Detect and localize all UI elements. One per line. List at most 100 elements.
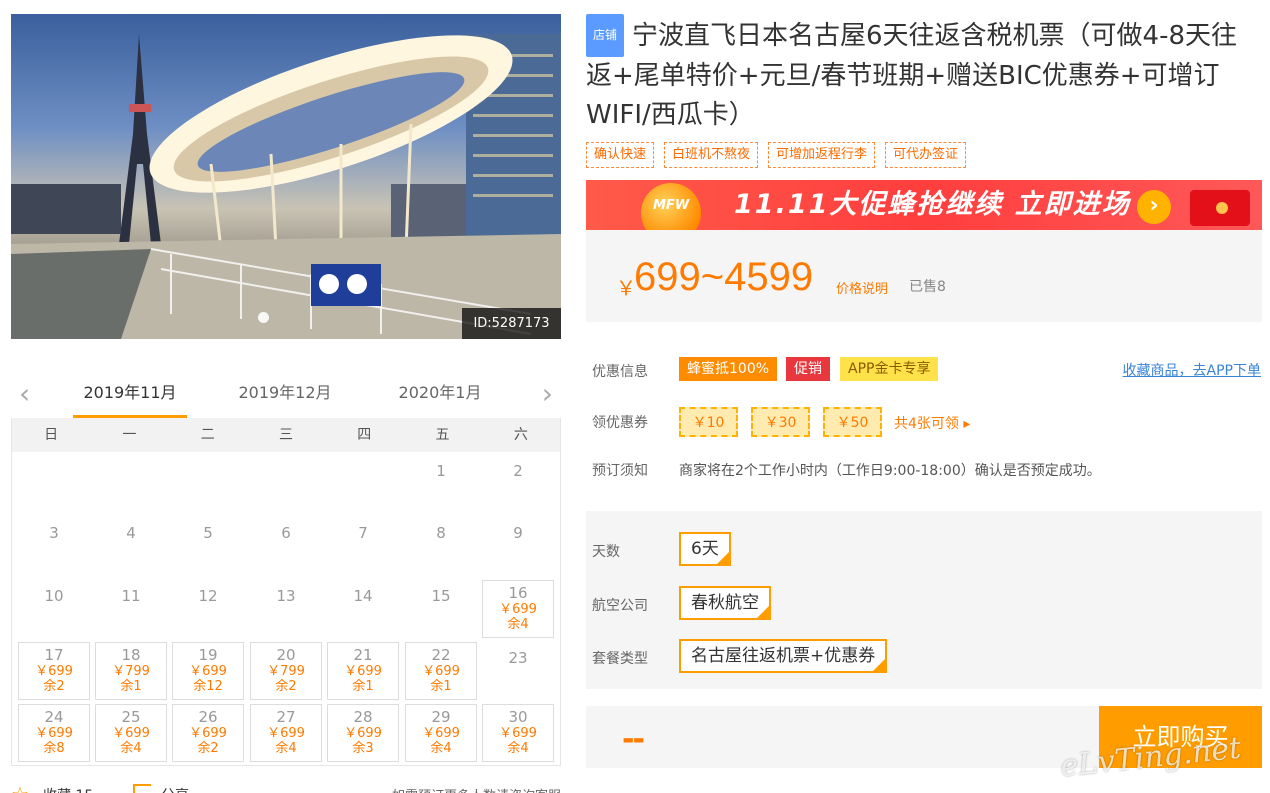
calendar-day[interactable]: 29 ￥699 余4: [405, 704, 477, 762]
weekday-wed: 三: [278, 427, 293, 443]
calendar-day: 9: [482, 517, 554, 575]
red-envelope-icon: [1190, 190, 1250, 226]
day-price: ￥699: [112, 726, 150, 741]
discount-label: 优惠信息: [592, 364, 648, 380]
favorite-app-link[interactable]: 收藏商品，去APP下单: [1123, 360, 1261, 380]
calendar-day[interactable]: 19 ￥699 余12: [172, 642, 244, 700]
notice-label: 预订须知: [592, 463, 648, 479]
tag-day-flight: 白班机不熬夜: [664, 142, 759, 168]
next-month-icon[interactable]: ›: [542, 380, 553, 408]
favorite-count: 15: [75, 788, 93, 793]
option-days-6[interactable]: 6天: [679, 532, 731, 566]
share-button[interactable]: 分享: [161, 785, 189, 793]
calendar-day: 13: [250, 580, 322, 638]
calendar-day[interactable]: 26 ￥699 余2: [172, 704, 244, 762]
coupon-label: 领优惠券: [592, 415, 648, 431]
day-price: ￥699: [344, 664, 382, 679]
day-number: 16: [508, 584, 528, 602]
day-price: ￥699: [422, 726, 460, 741]
day-remaining: 余4: [507, 741, 529, 756]
calendar-day: 8: [405, 517, 477, 575]
option-package[interactable]: 名古屋往返机票+优惠券: [679, 639, 888, 673]
calendar-day[interactable]: 28 ￥699 余3: [327, 704, 399, 762]
price-explain-link[interactable]: 价格说明: [836, 278, 888, 297]
booking-notice: 商家将在2个工作小时内（工作日9:00-18:00）确认是否预定成功。: [679, 463, 1101, 479]
promo-banner[interactable]: MFW 11.11大促蜂抢继续 立即进场 ›: [586, 180, 1262, 230]
product-photo[interactable]: ID:5287173: [11, 14, 561, 339]
calendar-day[interactable]: 30 ￥699 余4: [482, 704, 554, 762]
calendar-day: 2: [482, 455, 554, 513]
day-number: 1: [436, 462, 446, 480]
calendar-day[interactable]: 21 ￥699 余1: [327, 642, 399, 700]
day-price: ￥699: [422, 664, 460, 679]
calendar-day: 1: [405, 455, 477, 513]
day-remaining: 余4: [120, 741, 142, 756]
weekday-tue: 二: [200, 427, 215, 443]
tab-month-2020-01[interactable]: 2020年1月: [383, 380, 497, 418]
day-number: 24: [44, 708, 64, 726]
arrow-right-icon: ›: [1137, 190, 1171, 224]
day-remaining: 余2: [197, 741, 219, 756]
share-icon[interactable]: [133, 784, 151, 793]
calendar-day: 4: [95, 517, 167, 575]
favorite-button[interactable]: 收藏 15: [43, 785, 93, 793]
tag-fast-confirm: 确认快速: [586, 142, 655, 168]
star-icon[interactable]: ☆: [11, 782, 29, 793]
day-number: 19: [198, 646, 218, 664]
honey-deduct-badge: 蜂蜜抵100%: [679, 357, 778, 381]
prev-month-icon[interactable]: ‹: [19, 380, 30, 408]
day-price: ￥699: [267, 726, 305, 741]
coupon-30[interactable]: ￥30: [751, 407, 810, 437]
tab-month-2019-11[interactable]: 2019年11月: [73, 380, 187, 418]
day-number: 20: [276, 646, 296, 664]
calendar-day[interactable]: 16 ￥699 余4: [482, 580, 554, 638]
day-remaining: 余2: [275, 679, 297, 694]
calendar-day: 12: [172, 580, 244, 638]
calendar-day[interactable]: 24 ￥699 余8: [18, 704, 90, 762]
photo-id-label: ID:5287173: [462, 308, 561, 339]
calendar-day: 6: [250, 517, 322, 575]
product-title: 店铺 宁波直飞日本名古屋6天往返含税机票（可做4-8天往返+尾单特价+元旦/春节班…: [586, 14, 1262, 135]
day-remaining: 余8: [43, 741, 65, 756]
day-number: 2: [513, 462, 523, 480]
calendar-day[interactable]: 17 ￥699 余2: [18, 642, 90, 700]
promotion-badge: 促销: [786, 357, 830, 381]
weekday-sat: 六: [513, 427, 528, 443]
coupon-50[interactable]: ￥50: [823, 407, 882, 437]
favorite-label: 收藏: [43, 788, 71, 793]
day-remaining: 余1: [430, 679, 452, 694]
calendar-day[interactable]: 27 ￥699 余4: [250, 704, 322, 762]
shop-badge[interactable]: 店铺: [586, 14, 625, 57]
day-number: 6: [281, 524, 291, 542]
day-number: 12: [198, 587, 218, 605]
calendar-day[interactable]: 20 ￥799 余2: [250, 642, 322, 700]
calendar-day: 10: [18, 580, 90, 638]
day-number: 21: [353, 646, 373, 664]
action-footer: ☆ 收藏 15 分享 如需预订更多人数请咨询客服: [11, 778, 561, 793]
calendar-day[interactable]: 18 ￥799 余1: [95, 642, 167, 700]
calendar-day: 11: [95, 580, 167, 638]
day-number: 27: [276, 708, 296, 726]
calendar-day[interactable]: 22 ￥699 余1: [405, 642, 477, 700]
tab-month-2019-12[interactable]: 2019年12月: [228, 380, 342, 418]
day-price: ￥699: [189, 664, 227, 679]
price-calendar: 日 一 二 三 四 五 六 1 2 3 4 5 6 7 8 9 10 11 12 13 14 15 16 ￥69…: [11, 418, 561, 766]
option-airline-spring[interactable]: 春秋航空: [679, 586, 771, 620]
day-number: 11: [121, 587, 141, 605]
buy-now-button[interactable]: 立即购买: [1099, 706, 1262, 768]
carousel-dot[interactable]: [258, 312, 269, 323]
calendar-day[interactable]: 25 ￥699 余4: [95, 704, 167, 762]
currency-symbol: ￥: [616, 276, 636, 300]
more-coupons-link[interactable]: 共4张可领 ▸: [894, 413, 970, 433]
day-number: 25: [121, 708, 141, 726]
day-price: ￥799: [112, 664, 150, 679]
day-number: 22: [431, 646, 451, 664]
day-remaining: 余2: [43, 679, 65, 694]
weekday-fri: 五: [435, 427, 450, 443]
day-price: ￥699: [499, 602, 537, 617]
feature-tags: 确认快速 白班机不熬夜 可增加返程行李 可代办签证: [586, 142, 967, 168]
day-number: 5: [203, 524, 213, 542]
day-number: 8: [436, 524, 446, 542]
contact-hint: 如需预订更多人数请咨询客服: [392, 785, 561, 793]
coupon-10[interactable]: ￥10: [679, 407, 738, 437]
